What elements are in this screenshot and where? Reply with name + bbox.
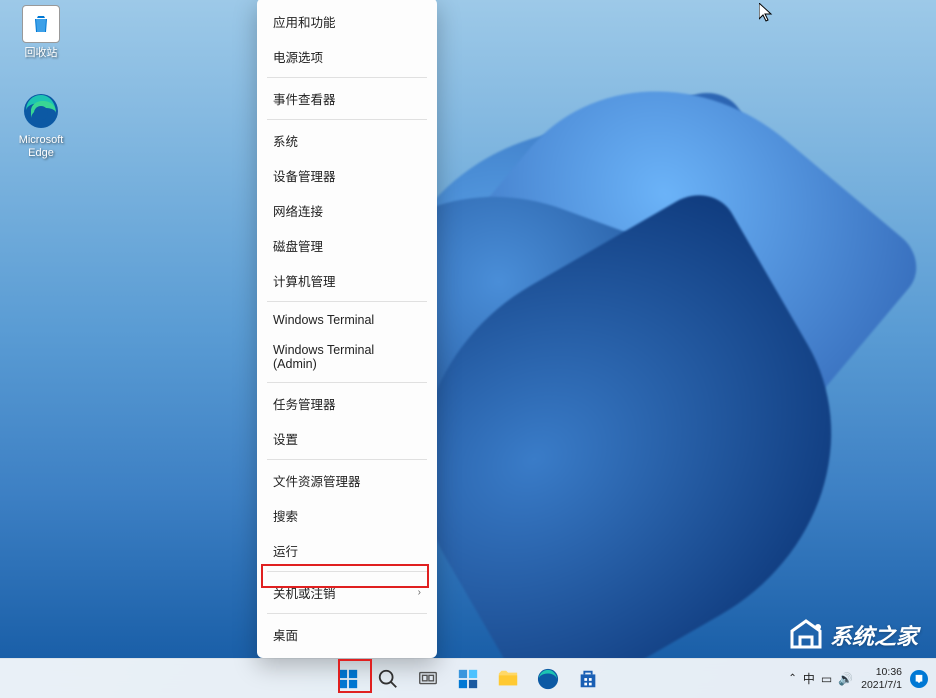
clock-date: 2021/7/1: [861, 679, 902, 692]
tray-ime-indicator[interactable]: 中: [803, 670, 815, 687]
desktop-icon-edge[interactable]: Microsoft Edge: [6, 92, 76, 160]
tray-battery-icon[interactable]: ▭: [821, 672, 832, 686]
menu-item-settings[interactable]: 设置: [259, 421, 435, 456]
explorer-button[interactable]: [490, 661, 526, 697]
watermark: 系统之家: [788, 617, 918, 653]
menu-separator: [267, 459, 427, 460]
tray-chevron-icon[interactable]: ⌃: [788, 673, 796, 684]
menu-item-power-options[interactable]: 电源选项: [259, 39, 435, 74]
menu-item-system[interactable]: 系统: [259, 123, 435, 158]
menu-item-disk-management[interactable]: 磁盘管理: [259, 228, 435, 263]
menu-separator: [267, 571, 427, 572]
search-button[interactable]: [370, 661, 406, 697]
watermark-text: 系统之家: [830, 619, 918, 651]
taskbar-clock[interactable]: 10:36 2021/7/1: [861, 666, 902, 691]
menu-item-file-explorer[interactable]: 文件资源管理器: [259, 463, 435, 498]
menu-separator: [267, 613, 427, 614]
watermark-icon: [788, 617, 824, 653]
start-button[interactable]: [330, 661, 366, 697]
start-context-menu: 应用和功能 电源选项 事件查看器 系统 设备管理器 网络连接 磁盘管理 计算机管…: [257, 0, 437, 658]
menu-item-apps-features[interactable]: 应用和功能: [259, 4, 435, 39]
desktop-icon-recycle-bin[interactable]: 回收站: [6, 5, 76, 60]
taskbar-center: [330, 661, 606, 697]
menu-item-shutdown-signout[interactable]: 关机或注销 ›: [259, 575, 435, 610]
menu-separator: [267, 382, 427, 383]
notification-button[interactable]: [910, 670, 928, 688]
desktop-icon-label: 回收站: [6, 47, 76, 60]
task-view-button[interactable]: [410, 661, 446, 697]
menu-item-computer-management[interactable]: 计算机管理: [259, 263, 435, 298]
store-button[interactable]: [570, 661, 606, 697]
menu-item-windows-terminal-admin[interactable]: Windows Terminal (Admin): [259, 335, 435, 379]
menu-item-windows-terminal[interactable]: Windows Terminal: [259, 305, 435, 335]
chevron-right-icon: ›: [418, 587, 421, 598]
menu-separator: [267, 77, 427, 78]
desktop-wallpaper[interactable]: [0, 0, 936, 658]
recycle-bin-icon: [22, 5, 60, 43]
taskbar: ⌃ 中 ▭ 🔊 10:36 2021/7/1: [0, 658, 936, 698]
menu-item-network-connections[interactable]: 网络连接: [259, 193, 435, 228]
menu-item-event-viewer[interactable]: 事件查看器: [259, 81, 435, 116]
mouse-cursor: [759, 3, 775, 28]
edge-taskbar-button[interactable]: [530, 661, 566, 697]
tray-volume-icon[interactable]: 🔊: [838, 672, 853, 686]
menu-separator: [267, 119, 427, 120]
widgets-button[interactable]: [450, 661, 486, 697]
menu-item-search[interactable]: 搜索: [259, 498, 435, 533]
desktop-icon-label: Microsoft Edge: [6, 134, 76, 160]
menu-separator: [267, 301, 427, 302]
system-tray: ⌃ 中 ▭ 🔊 10:36 2021/7/1: [788, 666, 928, 691]
menu-item-run[interactable]: 运行: [259, 533, 435, 568]
clock-time: 10:36: [861, 666, 902, 679]
menu-item-desktop[interactable]: 桌面: [259, 617, 435, 652]
menu-item-task-manager[interactable]: 任务管理器: [259, 386, 435, 421]
menu-item-device-manager[interactable]: 设备管理器: [259, 158, 435, 193]
edge-icon: [22, 92, 60, 130]
